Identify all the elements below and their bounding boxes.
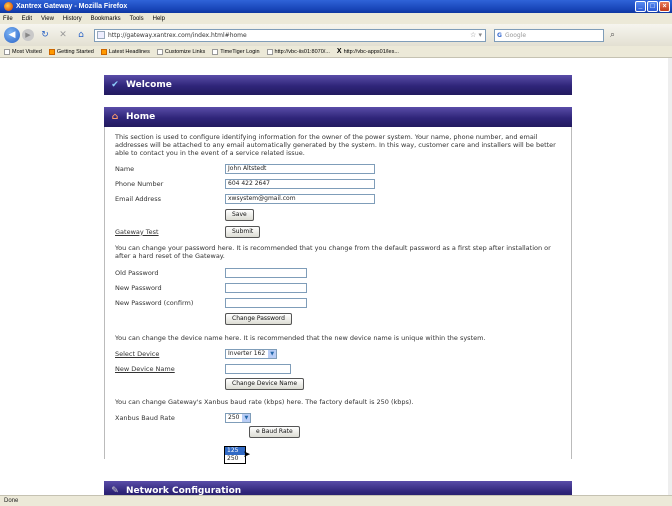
close-icon[interactable]: × [659,1,670,12]
bookmark-star-icon[interactable]: ☆ ▾ [470,31,482,39]
forward-icon[interactable]: ▶ [22,29,34,41]
house-icon: ⌂ [111,112,119,122]
mouse-cursor-icon: ➤ [243,450,251,460]
maximize-icon[interactable]: □ [647,1,658,12]
save-button[interactable]: Save [225,209,254,221]
password-intro-text: You can change your password here. It is… [115,244,551,260]
select-device-label: Select Device [115,349,160,358]
network-header[interactable]: ✎ Network Configuration [104,481,572,495]
chevron-down-icon[interactable]: ▼ [268,349,277,358]
new-device-name-label: New Device Name [115,364,175,373]
confirm-password-label: New Password (confirm) [115,298,194,307]
bookmark-most-visited[interactable]: Most Visited [4,48,42,55]
menu-file[interactable]: File [3,16,13,22]
page-icon [212,48,219,55]
search-input[interactable]: G Google [494,28,604,42]
window-titlebar: Xantrex Gateway - Mozilla Firefox _ □ × [0,0,672,13]
welcome-section: ✔ Welcome [104,75,572,95]
name-field[interactable]: John Altstedt [225,163,375,174]
phone-label: Phone Number [115,179,164,188]
chevron-down-icon[interactable]: ▼ [242,413,251,422]
welcome-title: Welcome [126,80,172,90]
bookmark-latest-headlines[interactable]: Latest Headlines [100,48,150,55]
search-icon[interactable]: ⌕ [610,30,615,40]
home-header[interactable]: ⌂ Home [104,107,572,127]
menu-view[interactable]: View [41,16,54,22]
bookmark-customize-links[interactable]: Customize Links [156,48,205,55]
gateway-test-link[interactable]: Gateway Test [115,228,225,236]
url-text: http://gateway.xantrex.com/index.html#ho… [108,31,247,39]
window-title: Xantrex Gateway - Mozilla Firefox [16,3,128,10]
select-device-value: Inverter 162 [228,349,266,357]
page-icon [266,48,273,55]
back-icon[interactable]: ◀ [4,27,20,43]
wrench-icon: ✎ [111,486,119,495]
status-text: Done [4,498,19,504]
name-label: Name [115,164,135,173]
baud-rate-dropdown[interactable]: 250 ▼ [225,412,252,423]
owner-intro-text: This section is used to configure identi… [115,133,556,157]
minimize-icon[interactable]: _ [635,1,646,12]
confirm-password-field[interactable] [225,297,307,308]
x-icon: X [336,48,342,55]
new-password-label: New Password [115,283,162,292]
page-content: ✔ Welcome ⌂ Home This section is used to… [0,58,668,495]
phone-field[interactable]: 604 422 2647 [225,178,375,189]
page-icon [156,48,163,55]
network-title: Network Configuration [126,486,242,495]
rss-icon [100,48,107,55]
menu-history[interactable]: History [63,16,82,22]
google-icon: G [497,31,502,39]
reload-icon[interactable]: ↻ [39,29,51,41]
change-password-button[interactable]: Change Password [225,313,292,325]
menu-bar: File Edit View History Bookmarks Tools H… [0,13,672,24]
search-placeholder: Google [504,31,527,39]
sparkle-icon: ✔ [111,80,119,90]
old-password-label: Old Password [115,268,159,277]
menu-bookmarks[interactable]: Bookmarks [91,16,121,22]
old-password-field[interactable] [225,267,307,278]
baud-option-250[interactable]: 250 [225,455,245,463]
home-icon[interactable]: ⌂ [75,29,87,41]
stop-icon[interactable]: ✕ [57,29,69,41]
bookmark-vbc-iis01[interactable]: http://vbc-iis01:8070/... [266,48,330,55]
welcome-header[interactable]: ✔ Welcome [104,75,572,95]
new-password-field[interactable] [225,282,307,293]
url-bar[interactable]: http://gateway.xantrex.com/index.html#ho… [94,28,486,42]
home-section: ⌂ Home This section is used to configure… [104,107,572,459]
baud-intro-text: You can change Gateway's Xanbus baud rat… [115,398,414,406]
status-bar: Done [0,495,672,506]
menu-tools[interactable]: Tools [130,16,144,22]
change-baud-rate-button[interactable]: e Baud Rate [249,426,300,438]
baud-rate-value: 250 [228,413,240,421]
home-panel: This section is used to configure identi… [104,127,572,459]
change-device-name-button[interactable]: Change Device Name [225,378,305,390]
new-device-name-field[interactable] [225,363,291,374]
getting-started-icon [48,48,55,55]
device-intro-text: You can change the device name here. It … [115,334,486,342]
navigation-toolbar: ◀ ▶ ↻ ✕ ⌂ http://gateway.xantrex.com/ind… [0,24,672,46]
network-section: ✎ Network Configuration [104,481,572,495]
vertical-scrollbar[interactable] [668,58,672,495]
page-icon [97,31,105,39]
bookmark-getting-started[interactable]: Getting Started [48,48,94,55]
submit-button[interactable]: Submit [225,225,261,238]
baud-rate-label: Xanbus Baud Rate [115,413,175,422]
bookmark-vbc-apps01[interactable]: Xhttp://vbc-apps01/les... [337,48,399,55]
bookmark-icon [4,48,10,55]
menu-help[interactable]: Help [153,16,165,22]
baud-option-125[interactable]: 125 [225,447,245,455]
select-device-dropdown[interactable]: Inverter 162 ▼ [225,348,278,359]
email-field[interactable]: xwsystem@gmail.com [225,193,375,204]
bookmark-timetiger[interactable]: TimeTiger Login [212,48,260,55]
email-label: Email Address [115,194,161,203]
home-title: Home [126,112,156,122]
firefox-icon [4,2,13,11]
bookmarks-toolbar: Most Visited Getting Started Latest Head… [0,46,672,58]
menu-edit[interactable]: Edit [22,16,32,22]
